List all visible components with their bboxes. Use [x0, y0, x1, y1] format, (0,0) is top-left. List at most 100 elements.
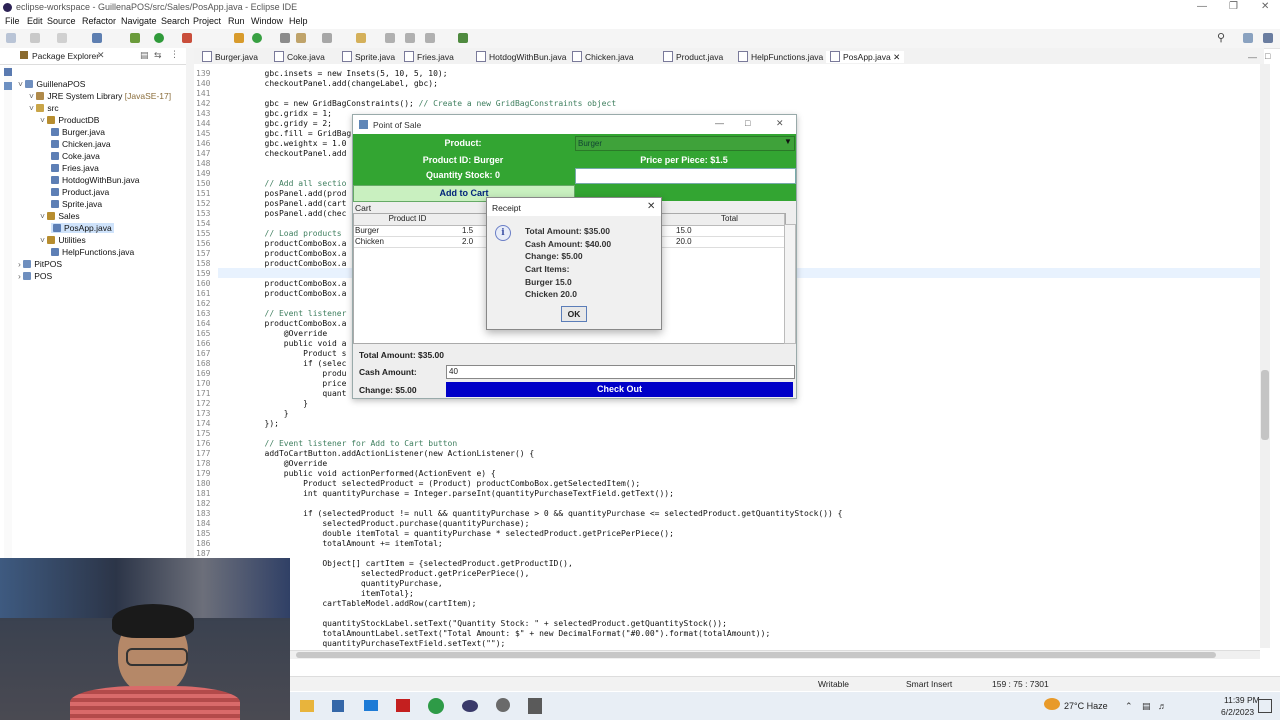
close-tab-icon[interactable]: ✕	[891, 52, 900, 62]
code-line[interactable]: checkoutPanel.add	[226, 149, 347, 158]
code-line[interactable]: double itemTotal = quantityPurchase * se…	[226, 529, 674, 538]
menu-source[interactable]: Source	[47, 16, 76, 26]
product-combobox[interactable]: Burger ▼	[575, 136, 795, 151]
code-line[interactable]: productComboBox.a	[226, 289, 347, 298]
code-line[interactable]: // Event listener for Add to Cart button	[226, 439, 458, 448]
close-tab-icon[interactable]: ✕	[97, 50, 105, 61]
expand-arrow-icon[interactable]: ˅	[40, 235, 47, 245]
table-cell[interactable]: 15.0	[675, 226, 785, 237]
editor-vertical-scrollbar[interactable]	[1260, 64, 1270, 648]
tree-item[interactable]: ˅ src	[29, 103, 59, 113]
open-type-icon[interactable]	[280, 33, 290, 43]
expand-arrow-icon[interactable]: ˅	[29, 103, 36, 113]
menu-project[interactable]: Project	[193, 16, 221, 26]
terminal-icon[interactable]	[92, 33, 102, 43]
menu-help[interactable]: Help	[289, 16, 308, 26]
outline-icon[interactable]	[4, 68, 12, 76]
code-line[interactable]: }	[226, 409, 289, 418]
code-line[interactable]: quantityStockLabel.setText("Quantity Sto…	[226, 619, 727, 628]
tree-item[interactable]: › PitPOS	[18, 259, 62, 269]
code-line[interactable]: productComboBox.a	[226, 259, 347, 268]
hierarchy-icon[interactable]	[4, 82, 12, 90]
code-line[interactable]: // Event listener	[226, 309, 347, 318]
table-cell[interactable]: Chicken	[354, 237, 462, 248]
code-line[interactable]: productComboBox.a	[226, 319, 347, 328]
editor-horizontal-scrollbar[interactable]	[290, 650, 1260, 659]
code-line[interactable]: posPanel.add(cart	[226, 199, 347, 208]
store-icon[interactable]	[332, 700, 344, 712]
col-total[interactable]: Total	[675, 214, 785, 226]
expand-arrow-icon[interactable]: ˅	[40, 211, 47, 221]
code-line[interactable]: gbc.insets = new Insets(5, 10, 5, 10);	[226, 69, 448, 78]
obs-icon[interactable]	[496, 698, 510, 712]
next-annotation-icon[interactable]	[385, 33, 395, 43]
open-perspective-icon[interactable]	[458, 33, 468, 43]
code-line[interactable]: selectedProduct.purchase(quantityPurchas…	[226, 519, 529, 528]
code-line[interactable]: public void actionPerformed(ActionEvent …	[226, 469, 496, 478]
hscroll-thumb[interactable]	[296, 652, 1216, 658]
code-line[interactable]: quant	[226, 389, 346, 398]
code-line[interactable]: gbc.fill = GridBag	[226, 129, 352, 138]
pos-maximize-icon[interactable]: □	[745, 118, 750, 128]
code-line[interactable]: gbc.gridy = 2;	[226, 119, 332, 128]
pos-minimize-icon[interactable]: —	[715, 118, 724, 128]
chrome-icon[interactable]	[428, 698, 444, 714]
package-explorer-tab[interactable]: Package Explorer ✕ ▤ ⇆ ⋮	[0, 48, 186, 65]
menu-window[interactable]: Window	[251, 16, 283, 26]
tree-item[interactable]: Coke.java	[51, 151, 100, 161]
search-icon[interactable]: ⚲	[1217, 31, 1225, 44]
quantity-input[interactable]	[575, 168, 796, 184]
tray-chevron-icon[interactable]: ⌃	[1125, 701, 1133, 712]
view-menu-icon[interactable]: ⋮	[170, 49, 179, 60]
editor-tab[interactable]: Fries.java	[404, 51, 454, 62]
code-line[interactable]: gbc.weightx = 1.0	[226, 139, 347, 148]
expand-arrow-icon[interactable]: ˅	[40, 115, 47, 125]
code-line[interactable]: public void a	[226, 339, 347, 348]
code-line[interactable]: produ	[226, 369, 346, 378]
notification-icon[interactable]	[1258, 699, 1272, 713]
clock-time[interactable]: 11:39 PM	[1224, 695, 1260, 705]
mail-icon[interactable]	[364, 700, 378, 711]
code-line[interactable]: productComboBox.a	[226, 249, 347, 258]
tree-item[interactable]: ˅ GuillenaPOS	[18, 79, 85, 89]
code-line[interactable]: Product selectedProduct = (Product) prod…	[226, 479, 640, 488]
editor-tab[interactable]: Coke.java	[274, 51, 325, 62]
code-line[interactable]: totalAmount += itemTotal;	[226, 539, 442, 548]
tree-item[interactable]: ˅ Sales	[40, 211, 80, 221]
java-app-icon[interactable]	[528, 698, 542, 714]
new-java-package-icon[interactable]	[234, 33, 244, 43]
collapse-all-icon[interactable]: ▤	[140, 50, 149, 61]
code-line[interactable]: posPanel.add(prod	[226, 189, 347, 198]
menu-file[interactable]: File	[5, 16, 20, 26]
tree-item[interactable]: Sprite.java	[51, 199, 102, 209]
link-editor-icon[interactable]: ⇆	[154, 50, 162, 61]
search-tool-icon[interactable]	[296, 33, 306, 43]
table-cell[interactable]: Burger	[354, 226, 462, 237]
file-explorer-icon[interactable]	[300, 700, 314, 712]
code-line[interactable]: price	[226, 379, 346, 388]
editor-tab[interactable]: Product.java	[663, 51, 723, 62]
checkout-button[interactable]: Check Out	[446, 382, 793, 397]
col-product-id[interactable]: Product ID	[354, 214, 462, 226]
editor-tab[interactable]: PosApp.java ✕	[826, 51, 905, 63]
app-red-icon[interactable]	[396, 699, 410, 712]
code-line[interactable]: // Load products	[226, 229, 342, 238]
external-tools-icon[interactable]	[182, 33, 192, 43]
tree-item[interactable]: PosApp.java	[51, 223, 114, 233]
new-class-icon[interactable]	[252, 33, 262, 43]
cash-amount-input[interactable]: 40	[446, 365, 795, 379]
code-line[interactable]: @Override	[226, 329, 327, 338]
tree-item[interactable]: HotdogWithBun.java	[51, 175, 140, 185]
clock-date[interactable]: 6/2/2023	[1221, 707, 1254, 717]
editor-tab[interactable]: HotdogWithBun.java	[476, 51, 567, 62]
editor-tab[interactable]: HelpFunctions.java	[738, 51, 823, 62]
editor-tab[interactable]: Burger.java	[202, 51, 258, 62]
perspective-java-icon[interactable]	[1243, 33, 1253, 43]
code-line[interactable]: Product s	[226, 349, 346, 358]
back-icon[interactable]	[405, 33, 415, 43]
code-line[interactable]: @Override	[226, 459, 327, 468]
tree-item[interactable]: ˅ ProductDB	[40, 115, 99, 125]
scroll-thumb[interactable]	[1261, 370, 1269, 440]
code-line[interactable]: productComboBox.a	[226, 279, 347, 288]
tree-item[interactable]: Chicken.java	[51, 139, 111, 149]
